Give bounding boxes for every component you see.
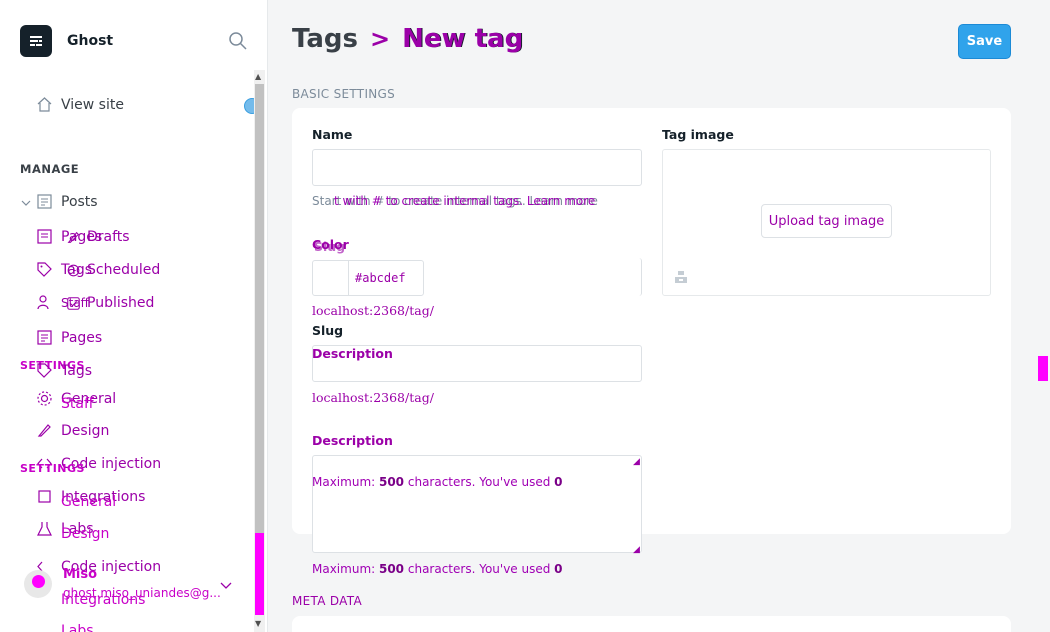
sidebar-item-label: View site: [61, 96, 124, 113]
name-input[interactable]: [312, 149, 642, 186]
scroll-up-icon[interactable]: ▲: [255, 72, 261, 81]
meta-data-title: META DATA: [292, 594, 362, 608]
slug-label: Slug: [312, 323, 344, 338]
pages-icon: [37, 229, 52, 244]
basic-settings-title: BASIC SETTINGS: [292, 87, 396, 101]
sidebar-item-label: Scheduled: [87, 262, 161, 278]
sidebar-item-labs[interactable]: Labs: [61, 623, 94, 632]
meta-data-card: [292, 616, 1011, 632]
name-hint-overlay: t with # to create internal tags. Learn …: [334, 194, 596, 208]
user-name: Miso: [63, 567, 98, 582]
search-icon[interactable]: [228, 31, 248, 51]
sidebar-item-published[interactable]: Published: [66, 295, 154, 311]
labs-icon: [37, 522, 52, 536]
sidebar-item-label: Drafts: [87, 229, 130, 245]
scroll-down-icon[interactable]: ▼: [255, 619, 261, 628]
manage-heading: MANAGE: [20, 162, 80, 176]
gear-icon: [37, 391, 52, 406]
color-picker[interactable]: #abcdef: [312, 260, 424, 296]
description-hint-overlay: Maximum: 500 characters. You've used 0: [312, 475, 563, 489]
avatar-overlay: [32, 575, 45, 588]
breadcrumb-separator: >: [370, 25, 391, 53]
resize-handle-icon[interactable]: ◢: [633, 545, 640, 555]
breadcrumb: Tags > New tag: [292, 24, 523, 54]
brand[interactable]: Ghost: [20, 25, 113, 57]
slug-input-ghost: [424, 258, 642, 296]
home-icon: [37, 97, 52, 112]
brush-icon: [37, 424, 51, 437]
published-icon: [67, 296, 80, 310]
sidebar-item-label: Published: [87, 295, 155, 311]
sidebar-item-pages[interactable]: Pages: [36, 329, 102, 346]
sidebar-scroll-thumb[interactable]: [255, 84, 264, 536]
sidebar-item-label: Tags: [61, 362, 92, 379]
posts-icon: [37, 194, 52, 209]
tag-icon: [37, 363, 52, 378]
ghost-logo-icon: [20, 25, 52, 57]
sidebar-item-label: Design: [61, 422, 110, 439]
sidebar-item-design-ghost[interactable]: Design: [36, 422, 109, 439]
sidebar-item-tags[interactable]: Tags: [36, 362, 92, 379]
slug-url-preview: localhost:2368/tag/: [312, 390, 434, 405]
page-title: New tag: [402, 24, 524, 54]
main-content: Tags > New tag Save BASIC SETTINGS Name …: [268, 0, 1050, 632]
user-email: ghost.miso_uniandes@g...: [63, 586, 221, 600]
pages-icon: [37, 330, 52, 345]
description-hint: Maximum: 500 characters. You've used 0: [312, 562, 563, 576]
chevron-down-icon[interactable]: [219, 578, 233, 592]
sidebar-item-design[interactable]: Design: [61, 526, 109, 542]
unsplash-icon[interactable]: [674, 270, 688, 284]
resize-handle-icon[interactable]: ◢: [633, 457, 640, 467]
main-scroll-overlay: [1038, 356, 1048, 381]
brand-name: Ghost: [67, 33, 114, 49]
color-hex-input[interactable]: #abcdef: [349, 261, 412, 295]
sidebar-scroll-overlay: [255, 533, 264, 615]
tag-image-label: Tag image: [662, 127, 734, 142]
description-textarea[interactable]: [312, 455, 642, 553]
upload-tag-image-button[interactable]: Upload tag image: [761, 204, 892, 238]
sidebar-item-label: Pages: [61, 329, 103, 346]
settings-heading: SETTINGS: [20, 462, 85, 475]
name-label: Name: [312, 127, 353, 142]
breadcrumb-parent[interactable]: Tags: [292, 24, 358, 54]
sidebar: Ghost View site MANAGE Posts Pages Draft…: [0, 0, 268, 632]
integrations-icon: [38, 490, 51, 503]
sidebar-item-code-injection[interactable]: Code injection: [36, 558, 161, 575]
clock-icon: [67, 264, 80, 276]
staff-icon: [37, 295, 49, 310]
sidebar-item-view-site[interactable]: View site: [36, 96, 124, 113]
color-swatch[interactable]: [313, 261, 349, 295]
main-scrollbar[interactable]: [1038, 0, 1050, 632]
tag-icon: [37, 262, 52, 277]
slug-input[interactable]: [312, 345, 642, 382]
slug-prefix: localhost:2368/tag/: [312, 303, 434, 318]
sidebar-item-drafts[interactable]: Drafts: [66, 229, 130, 245]
sidebar-item-scheduled[interactable]: Scheduled: [66, 262, 160, 278]
save-button[interactable]: Save: [958, 24, 1011, 59]
drafts-icon: [67, 231, 80, 243]
sidebar-item-staff[interactable]: Staff: [61, 396, 94, 412]
sidebar-item-label: Posts: [61, 193, 98, 210]
slug-label-ghost: Slug: [314, 239, 346, 254]
sidebar-item-posts[interactable]: Posts: [36, 193, 98, 210]
chevron-down-icon[interactable]: [20, 197, 32, 209]
sidebar-item-general[interactable]: General: [61, 494, 116, 510]
description-label: Description: [312, 433, 393, 448]
